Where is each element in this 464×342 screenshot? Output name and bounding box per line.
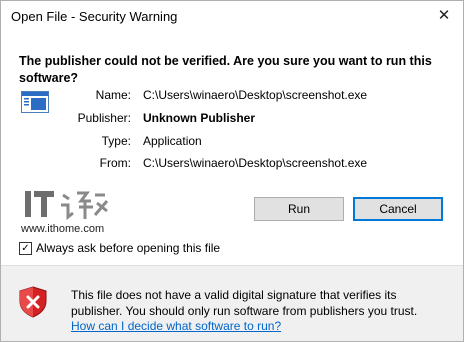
name-value: C:\Users\winaero\Desktop\screenshot.exe <box>143 88 368 102</box>
watermark-site: www.ithome.com <box>21 223 105 235</box>
type-value: Application <box>143 134 202 148</box>
run-button[interactable]: Run <box>254 197 344 221</box>
title-bar: Open File - Security Warning ✕ <box>1 1 463 33</box>
close-button[interactable]: ✕ <box>431 4 457 28</box>
publisher-value: Unknown Publisher <box>143 111 256 125</box>
type-label: Type: <box>101 134 131 148</box>
shield-error-icon <box>19 286 47 318</box>
security-warning-dialog: Open File - Security Warning ✕ The publi… <box>0 0 464 342</box>
ithome-logo <box>25 191 109 221</box>
help-link[interactable]: How can I decide what software to run? <box>71 319 281 333</box>
dialog-body: The publisher could not be verified. Are… <box>1 33 463 265</box>
from-label: From: <box>99 156 131 170</box>
warning-question: The publisher could not be verified. Are… <box>19 54 432 85</box>
always-ask-label[interactable]: Always ask before opening this file <box>36 241 220 255</box>
footer-panel: This file does not have a valid digital … <box>1 266 463 341</box>
name-label: Name: <box>95 88 131 102</box>
from-value: C:\Users\winaero\Desktop\screenshot.exe <box>143 156 368 170</box>
cancel-button[interactable]: Cancel <box>353 197 443 221</box>
always-ask-checkbox[interactable]: ✓ <box>19 242 32 255</box>
window-title: Open File - Security Warning <box>11 9 178 24</box>
signature-warning-text: This file does not have a valid digital … <box>71 288 418 318</box>
publisher-label: Publisher: <box>77 111 131 125</box>
